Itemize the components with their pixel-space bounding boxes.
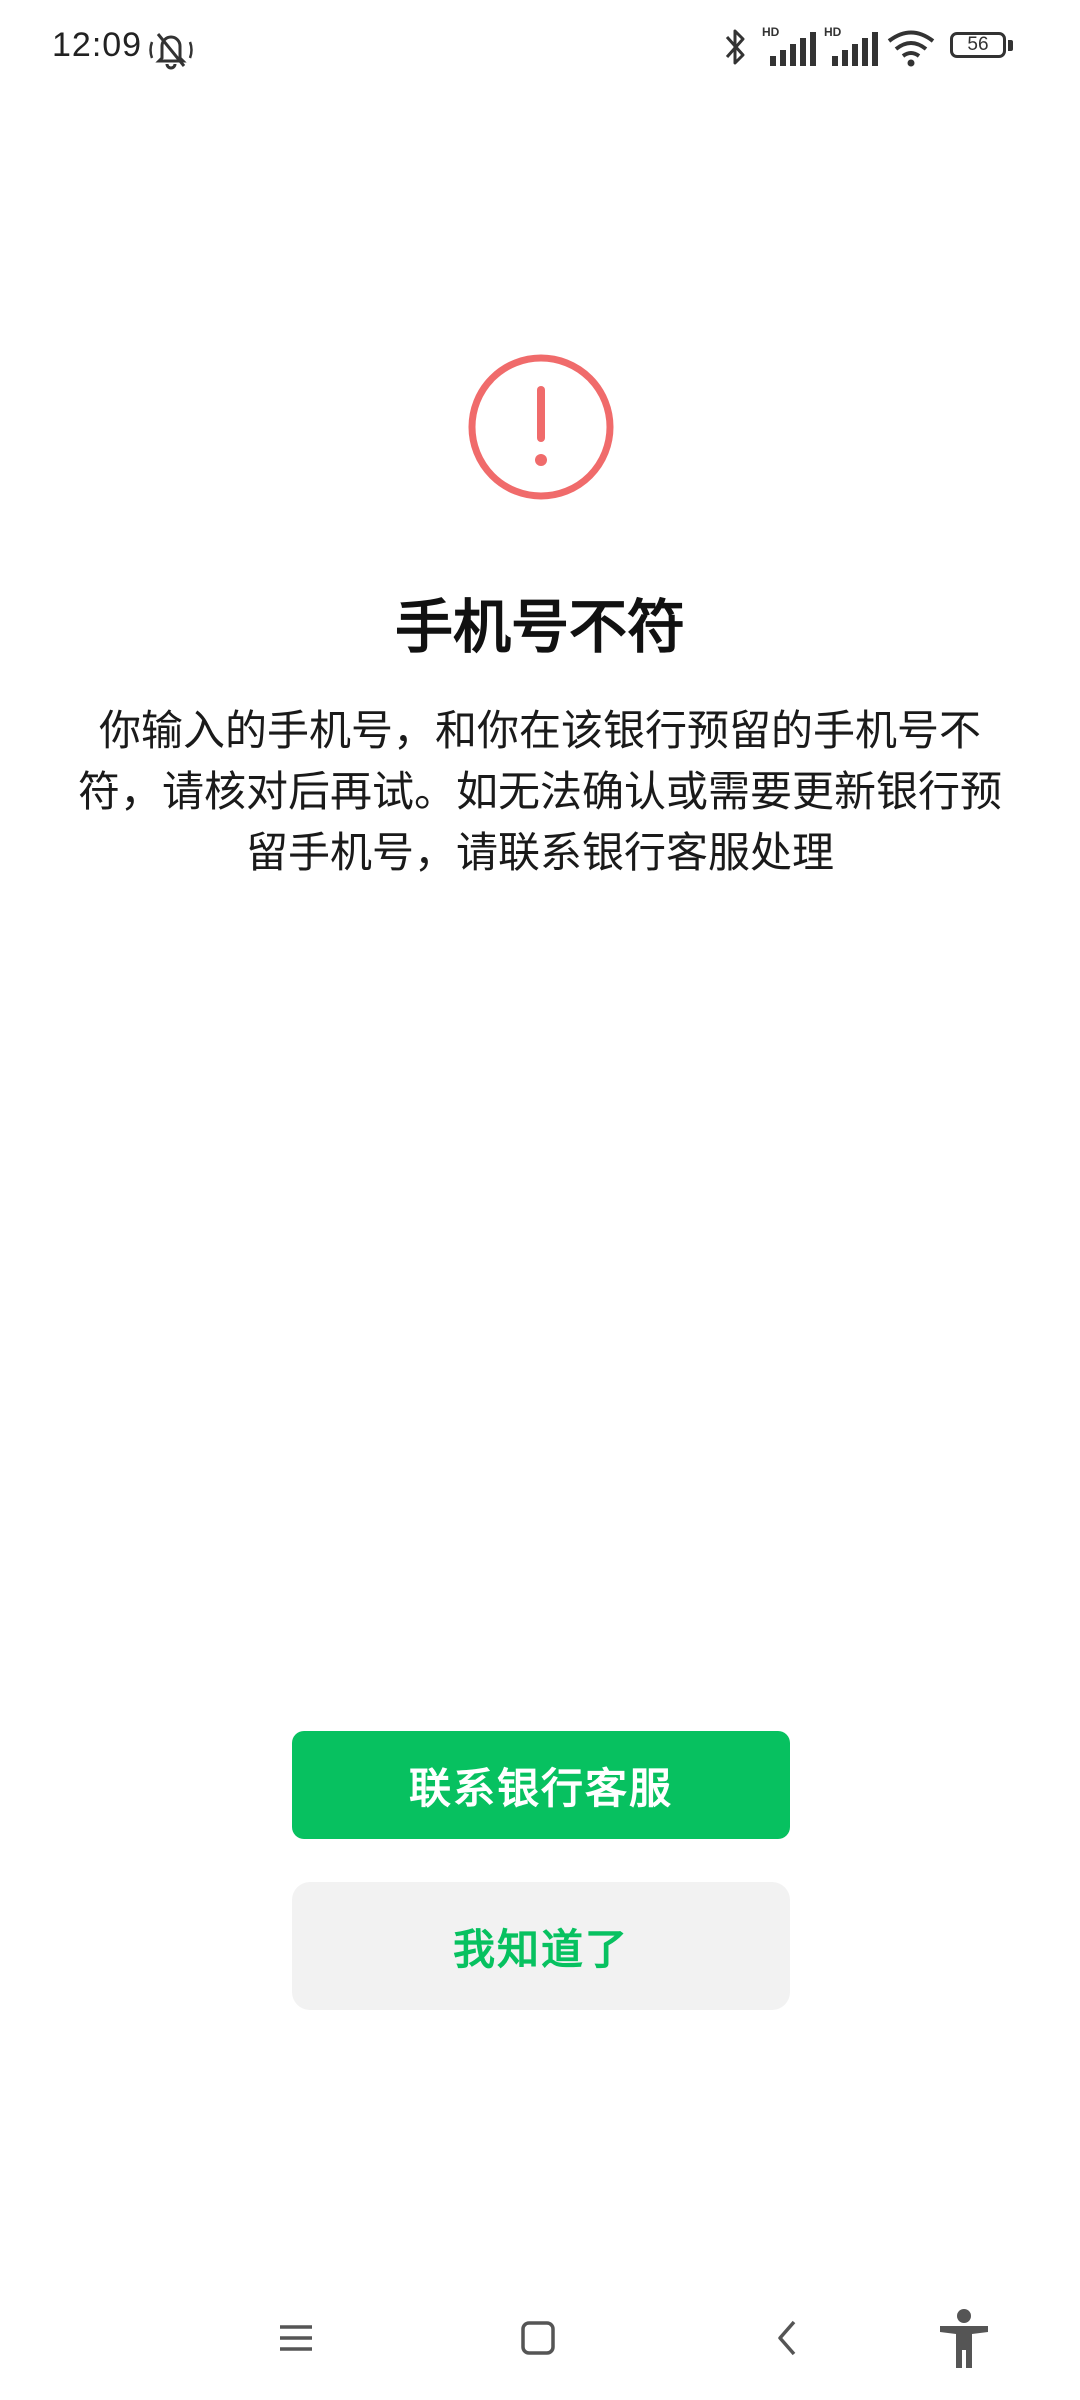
bluetooth-icon xyxy=(725,29,745,65)
accessibility-icon[interactable] xyxy=(936,2308,992,2370)
signal-hd-icon: HD xyxy=(762,25,816,66)
navigation-bar xyxy=(0,2280,1080,2400)
svg-text:HD: HD xyxy=(762,25,780,39)
got-it-button[interactable]: 我知道了 xyxy=(292,1882,790,2010)
mute-icon xyxy=(149,33,193,70)
dialog-title: 手机号不符 xyxy=(394,593,685,661)
contact-bank-service-button[interactable]: 联系银行客服 xyxy=(292,1731,790,1839)
svg-text:HD: HD xyxy=(824,25,842,39)
back-icon[interactable] xyxy=(768,2318,808,2358)
signal-hd-icon: HD xyxy=(824,25,878,66)
status-time: 12:09 xyxy=(52,26,143,64)
battery-level: 56 xyxy=(967,34,989,55)
home-icon[interactable] xyxy=(518,2318,558,2358)
alert-icon xyxy=(468,354,614,500)
battery-icon: 56 xyxy=(950,32,1014,62)
wifi-icon xyxy=(887,30,935,67)
dialog-description: 你输入的手机号，和你在该银行预留的手机号不符，请核对后再试。如无法确认或需要更新… xyxy=(77,706,1002,877)
menu-icon[interactable] xyxy=(276,2318,316,2358)
status-bar: 12:09 HD HD 56 xyxy=(0,0,1080,100)
